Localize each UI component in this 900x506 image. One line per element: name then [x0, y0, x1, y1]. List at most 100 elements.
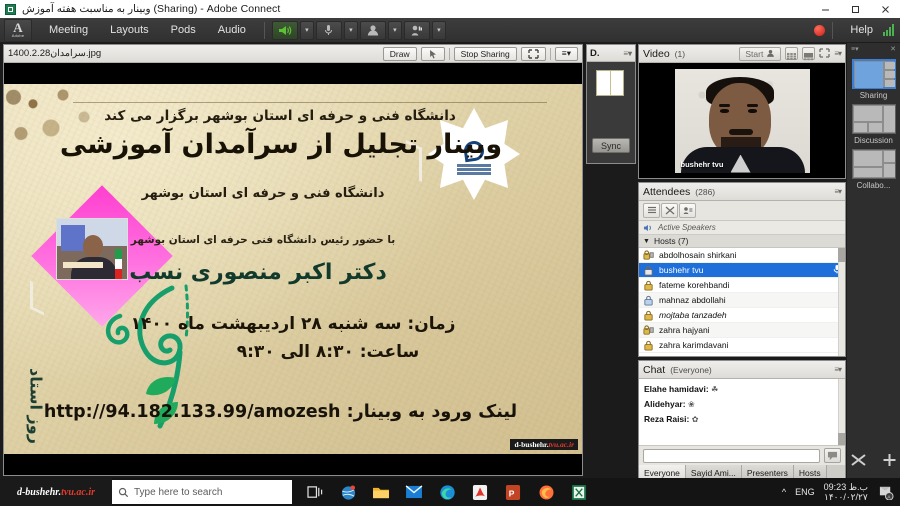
edge-browser-icon[interactable] — [436, 481, 458, 503]
attendees-scrollbar[interactable] — [838, 248, 845, 356]
fullscreen-icon[interactable] — [520, 46, 546, 61]
raise-hand-icon[interactable] — [403, 20, 430, 40]
chat-messages[interactable]: Elahe hamidavi: ☘ Alidehyar: ❀ Reza Rais… — [639, 379, 845, 445]
attendee-row-abdolhosain-shirkani[interactable]: abdolhosain shirkani — [639, 248, 845, 263]
list-view-icon[interactable] — [643, 203, 660, 218]
close-icon[interactable]: ✕ — [890, 45, 896, 53]
attendees-group-header[interactable]: ▼ Hosts (7) — [639, 235, 845, 248]
language-indicator[interactable]: ENG — [795, 487, 815, 497]
search-input[interactable]: Type here to search — [112, 480, 292, 504]
pod-menu-icon[interactable]: ≡▾ — [834, 365, 842, 374]
chat-send-icon[interactable] — [824, 448, 841, 463]
menu-item-meeting[interactable]: Meeting — [38, 20, 99, 40]
video-pod-header: Video (1) Start ≡▾ — [639, 45, 845, 63]
single-layout-icon[interactable] — [802, 47, 816, 61]
document-pod: D. ≡▾ Sync — [586, 44, 636, 164]
maximize-icon[interactable] — [840, 0, 870, 18]
attendee-row-zahra-hajyani[interactable]: zahra hajyani — [639, 323, 845, 338]
attendee-row-fateme-korehbandi[interactable]: fateme korehbandi — [639, 278, 845, 293]
raise-hand-dropdown-icon[interactable]: ▾ — [431, 20, 446, 40]
adobe-reader-icon[interactable] — [469, 481, 491, 503]
chat-message: Reza Raisi: ✿ — [644, 414, 840, 424]
host-icon — [643, 310, 654, 321]
file-explorer-icon[interactable] — [370, 481, 392, 503]
active-speakers-row: Active Speakers — [639, 221, 845, 235]
layout-item-discussion[interactable]: Discussion — [851, 104, 897, 145]
chat-scrollbar[interactable] — [838, 379, 845, 445]
sync-button[interactable]: Sync — [592, 138, 630, 153]
attendee-row-bushehr-tvu[interactable]: bushehr tvu — [639, 263, 845, 278]
stop-sharing-button[interactable]: Stop Sharing — [453, 46, 517, 61]
shuffle-icon[interactable] — [850, 452, 867, 472]
document-pod-body[interactable]: Sync — [587, 62, 635, 163]
webcam-icon[interactable] — [359, 20, 386, 40]
adobe-logo-letter: A — [13, 20, 23, 35]
pod-menu-icon[interactable]: ≡▾ — [834, 187, 842, 196]
layout-thumbnail-discussion — [851, 104, 896, 134]
minimize-icon[interactable] — [810, 0, 840, 18]
attendee-row-mojtaba-tanzadeh[interactable]: mojtaba tanzadeh — [639, 308, 845, 323]
video-pod-tools: Start ≡▾ — [739, 45, 842, 63]
poster-organizer-line: دانشگاه فنی و حرفه ای استان بوشهر برگزار… — [104, 108, 456, 124]
pod-menu-icon[interactable]: ≡▾ — [834, 49, 842, 58]
speaker-dropdown-icon[interactable]: ▾ — [299, 20, 314, 40]
menu-item-audio[interactable]: Audio — [207, 20, 257, 40]
attendee-options-icon[interactable] — [679, 203, 696, 218]
grid-layout-icon[interactable] — [785, 47, 799, 60]
pointer-icon[interactable] — [420, 46, 445, 61]
chat-message-sender: Elahe hamidavi: — [644, 384, 709, 394]
close-icon[interactable] — [870, 0, 900, 18]
chat-input[interactable] — [643, 448, 820, 463]
menu-item-pods[interactable]: Pods — [160, 20, 207, 40]
start-webcam-label: Start — [745, 48, 764, 59]
attendees-scroll-thumb[interactable] — [838, 248, 845, 262]
globe-app-icon[interactable] — [337, 481, 359, 503]
firefox-icon[interactable] — [535, 481, 557, 503]
layout-bar-footer — [847, 452, 900, 472]
attendees-list[interactable]: abdolhosain shirkani bushehr tvu fateme — [639, 248, 845, 356]
mail-icon[interactable] — [403, 481, 425, 503]
connection-signal-icon[interactable] — [883, 24, 894, 36]
pod-menu-icon[interactable]: ≡▾ — [851, 45, 859, 53]
powerpoint-icon[interactable]: P — [502, 481, 524, 503]
document-pod-title: D. — [590, 47, 600, 59]
shared-file-name: سرامدان1400.2.28.jpg — [8, 48, 102, 59]
excel-icon[interactable] — [568, 481, 590, 503]
menu-item-layouts[interactable]: Layouts — [99, 20, 160, 40]
start-button[interactable]: d-bushehr. tvu.ac.ir — [0, 478, 112, 506]
menu-divider-right — [832, 21, 834, 39]
layout-item-sharing[interactable]: Sharing — [851, 59, 897, 100]
share-pod-canvas[interactable]: دانشگاه فنی و حرفه ای استان بوشهر برگزار… — [4, 63, 582, 475]
task-view-icon[interactable] — [304, 481, 326, 503]
pod-menu-icon[interactable]: ≡▾ — [623, 49, 632, 58]
layout-thumbnail-sharing — [851, 59, 896, 89]
help-button[interactable]: Help — [840, 24, 883, 36]
attendee-row-zahra-karimdavani[interactable]: zahra karimdavani — [639, 338, 845, 353]
add-layout-icon[interactable] — [881, 452, 898, 472]
tool-divider-2 — [549, 47, 551, 60]
document-pod-header: D. ≡▾ — [587, 45, 635, 62]
recording-indicator[interactable] — [814, 24, 826, 36]
video-pod-count: (1) — [674, 48, 686, 59]
breakout-rooms-icon[interactable] — [661, 203, 678, 218]
chat-scroll-thumb[interactable] — [838, 433, 845, 445]
show-hidden-icons-icon[interactable]: ^ — [782, 487, 786, 497]
fullscreen-icon[interactable] — [819, 45, 830, 63]
speaker-icon[interactable] — [271, 20, 298, 40]
start-webcam-button[interactable]: Start — [739, 46, 782, 61]
notification-icon[interactable]: A — [877, 484, 894, 501]
attendees-pod-header: Attendees (286) ≡▾ — [639, 183, 845, 201]
attendee-row-mahnaz-abdollahi[interactable]: mahnaz abdollahi — [639, 293, 845, 308]
layout-item-collaboration[interactable]: Collabo... — [851, 149, 897, 190]
share-pod-header: سرامدان1400.2.28.jpg Draw Stop Sharing ≡… — [4, 45, 582, 63]
video-pod-body[interactable]: bushehr tvu — [639, 63, 845, 178]
microphone-icon[interactable] — [315, 20, 342, 40]
webcam-dropdown-icon[interactable]: ▾ — [387, 20, 402, 40]
pod-menu-icon[interactable]: ≡▾ — [554, 46, 578, 61]
clock[interactable]: 09:23 ب.ظ ۱۴۰۰/۰۲/۲۷ — [824, 482, 868, 502]
webcam-control: ▾ — [359, 20, 402, 40]
poster-title: وبینار تجلیل از سرآمدان آموزشی — [59, 129, 503, 160]
draw-button[interactable]: Draw — [382, 46, 417, 61]
microphone-dropdown-icon[interactable]: ▾ — [343, 20, 358, 40]
attendee-name: mojtaba tanzadeh — [659, 310, 727, 320]
